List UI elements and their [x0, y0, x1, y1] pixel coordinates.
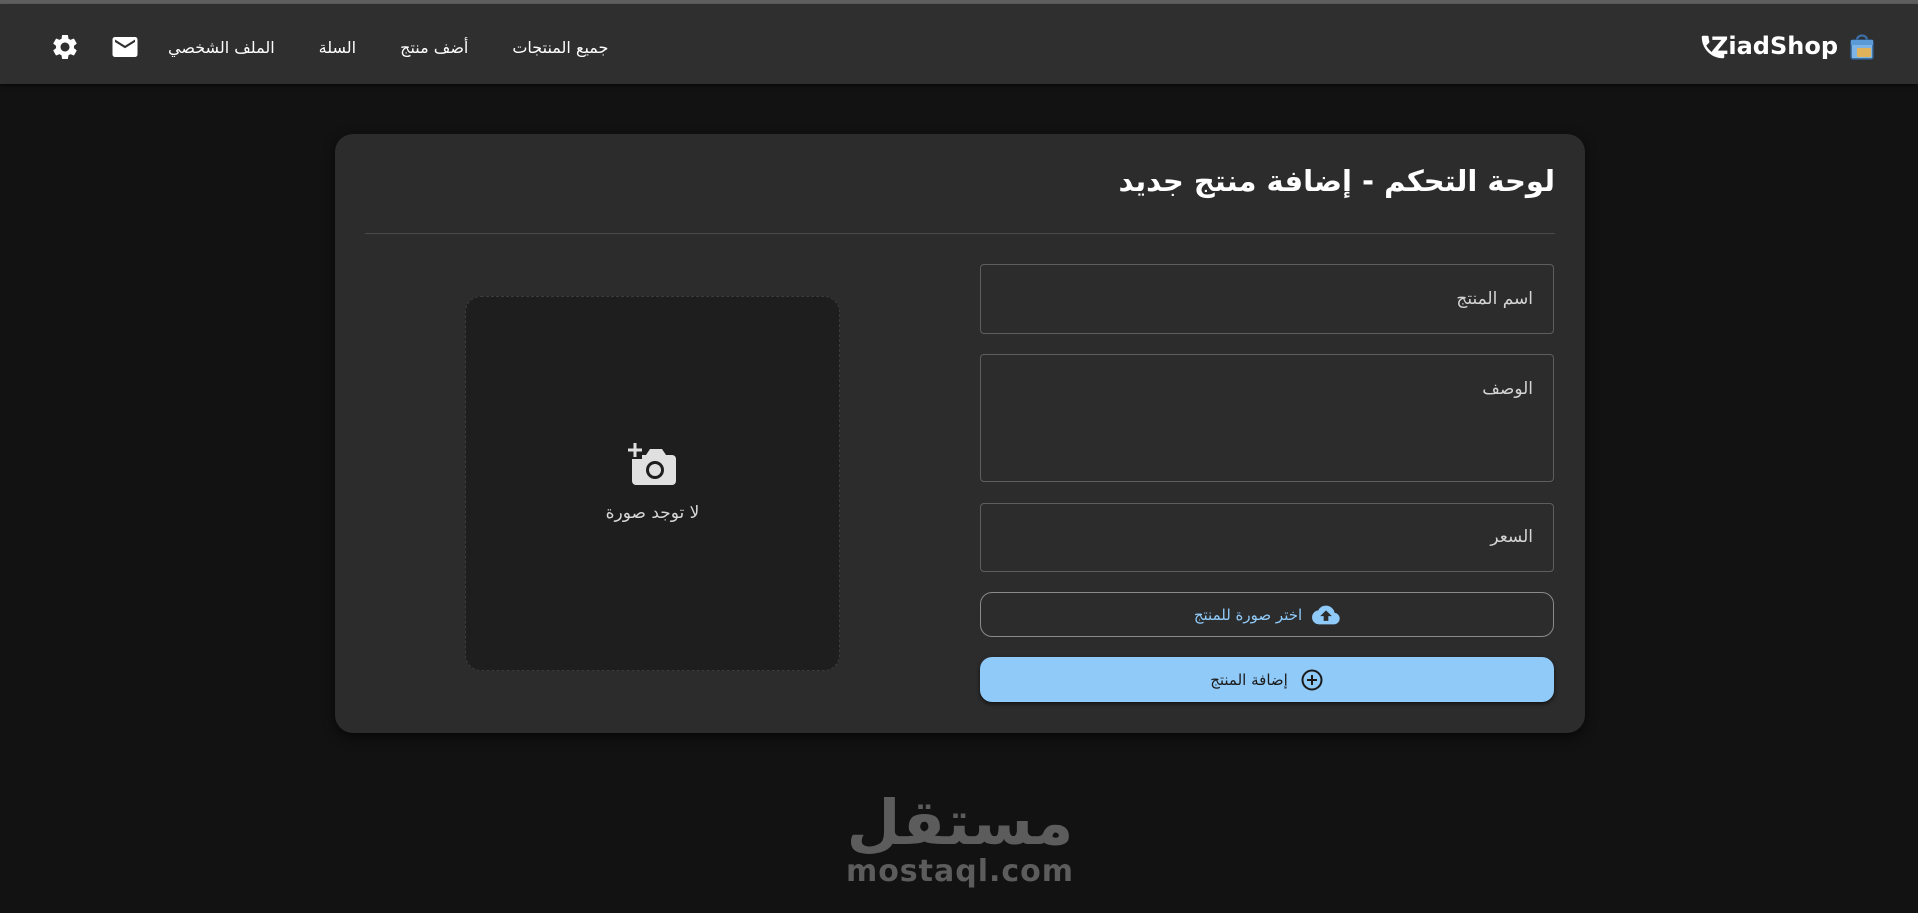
description-placeholder: الوصف: [1482, 379, 1533, 399]
navbar: ZiadShop جميع المنتجات أضف منتج السلة ال…: [0, 4, 1918, 84]
nav-link-add-product[interactable]: أضف منتج: [400, 38, 468, 57]
watermark-latin: mostaql.com: [845, 854, 1075, 889]
brand-name: ZiadShop: [1710, 32, 1838, 60]
image-preview: لا توجد صورة: [465, 296, 840, 671]
page-title: لوحة التحكم - إضافة منتج جديد: [1118, 164, 1555, 198]
brand[interactable]: ZiadShop: [1711, 28, 1876, 64]
description-textarea[interactable]: الوصف: [980, 354, 1554, 482]
product-name-placeholder: اسم المنتج: [1456, 289, 1533, 309]
watermark-arabic: مستقل: [846, 786, 1074, 859]
no-image-label: لا توجد صورة: [605, 503, 700, 523]
choose-image-label: اختر صورة للمنتج: [1193, 605, 1303, 624]
add-product-label: إضافة المنتج: [1210, 670, 1288, 689]
add-product-button[interactable]: إضافة المنتج: [980, 657, 1554, 702]
nav-link-cart[interactable]: السلة: [319, 38, 356, 57]
mail-icon[interactable]: [110, 32, 140, 62]
title-divider: [365, 233, 1555, 234]
add-product-card: لوحة التحكم - إضافة منتج جديد اسم المنتج…: [335, 134, 1585, 733]
choose-image-button[interactable]: اختر صورة للمنتج: [980, 592, 1554, 637]
shopping-bag-icon: [1850, 34, 1874, 60]
price-placeholder: السعر: [1490, 527, 1533, 547]
nav-link-profile[interactable]: الملف الشخصي: [168, 38, 275, 57]
mostaql-watermark: مستقل mostaql.com: [843, 790, 1077, 888]
gear-icon[interactable]: [50, 32, 80, 62]
add-photo-icon: [628, 443, 676, 485]
cloud-upload-icon: [1312, 605, 1340, 624]
nav-links: جميع المنتجات أضف منتج السلة الملف الشخص…: [168, 32, 608, 62]
nav-link-all-products[interactable]: جميع المنتجات: [512, 38, 608, 57]
plus-circle-icon: [1301, 669, 1323, 690]
phone-icon[interactable]: [1698, 32, 1728, 62]
product-name-input[interactable]: اسم المنتج: [980, 264, 1554, 334]
price-input[interactable]: السعر: [980, 503, 1554, 572]
